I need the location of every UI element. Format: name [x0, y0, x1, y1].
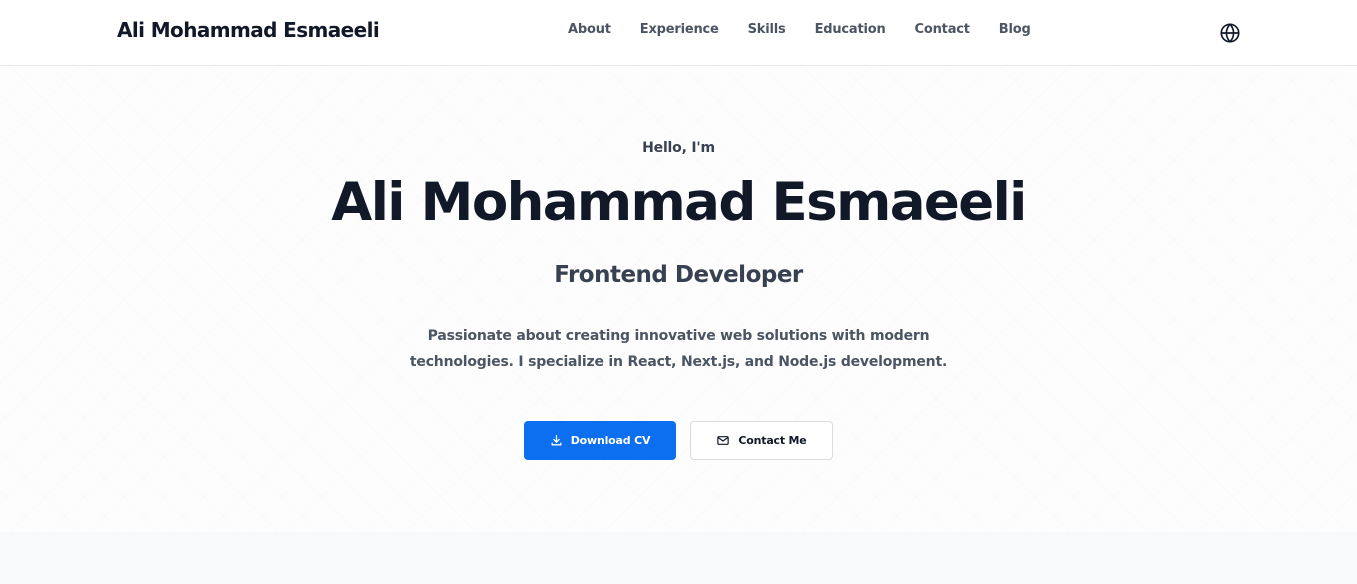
download-cv-button[interactable]: Download CV: [524, 421, 676, 460]
mail-icon: [716, 434, 730, 447]
hero-greeting: Hello, I'm: [642, 140, 715, 156]
next-section: [0, 532, 1357, 584]
main-nav: About Experience Skills Education Contac…: [568, 22, 1031, 37]
hero-name: Ali Mohammad Esmaeeli: [331, 172, 1027, 233]
contact-me-button[interactable]: Contact Me: [690, 421, 833, 460]
language-switcher-button[interactable]: [1218, 21, 1242, 45]
hero-description: Passionate about creating innovative web…: [409, 328, 948, 370]
brand-logo[interactable]: Ali Mohammad Esmaeeli: [117, 18, 380, 42]
nav-link-experience[interactable]: Experience: [640, 22, 719, 37]
hero-section: Hello, I'm Ali Mohammad Esmaeeli Fronten…: [0, 66, 1357, 532]
globe-icon: [1220, 23, 1240, 43]
nav-link-skills[interactable]: Skills: [748, 22, 786, 37]
contact-me-label: Contact Me: [738, 434, 807, 447]
nav-link-education[interactable]: Education: [815, 22, 886, 37]
page: Ali Mohammad Esmaeeli About Experience S…: [0, 0, 1357, 584]
nav-link-blog[interactable]: Blog: [999, 22, 1031, 37]
nav-link-contact[interactable]: Contact: [915, 22, 970, 37]
nav-link-about[interactable]: About: [568, 22, 611, 37]
site-header: Ali Mohammad Esmaeeli About Experience S…: [0, 0, 1357, 66]
hero-role: Frontend Developer: [554, 262, 803, 288]
download-cv-label: Download CV: [570, 434, 651, 447]
download-icon: [550, 434, 563, 447]
